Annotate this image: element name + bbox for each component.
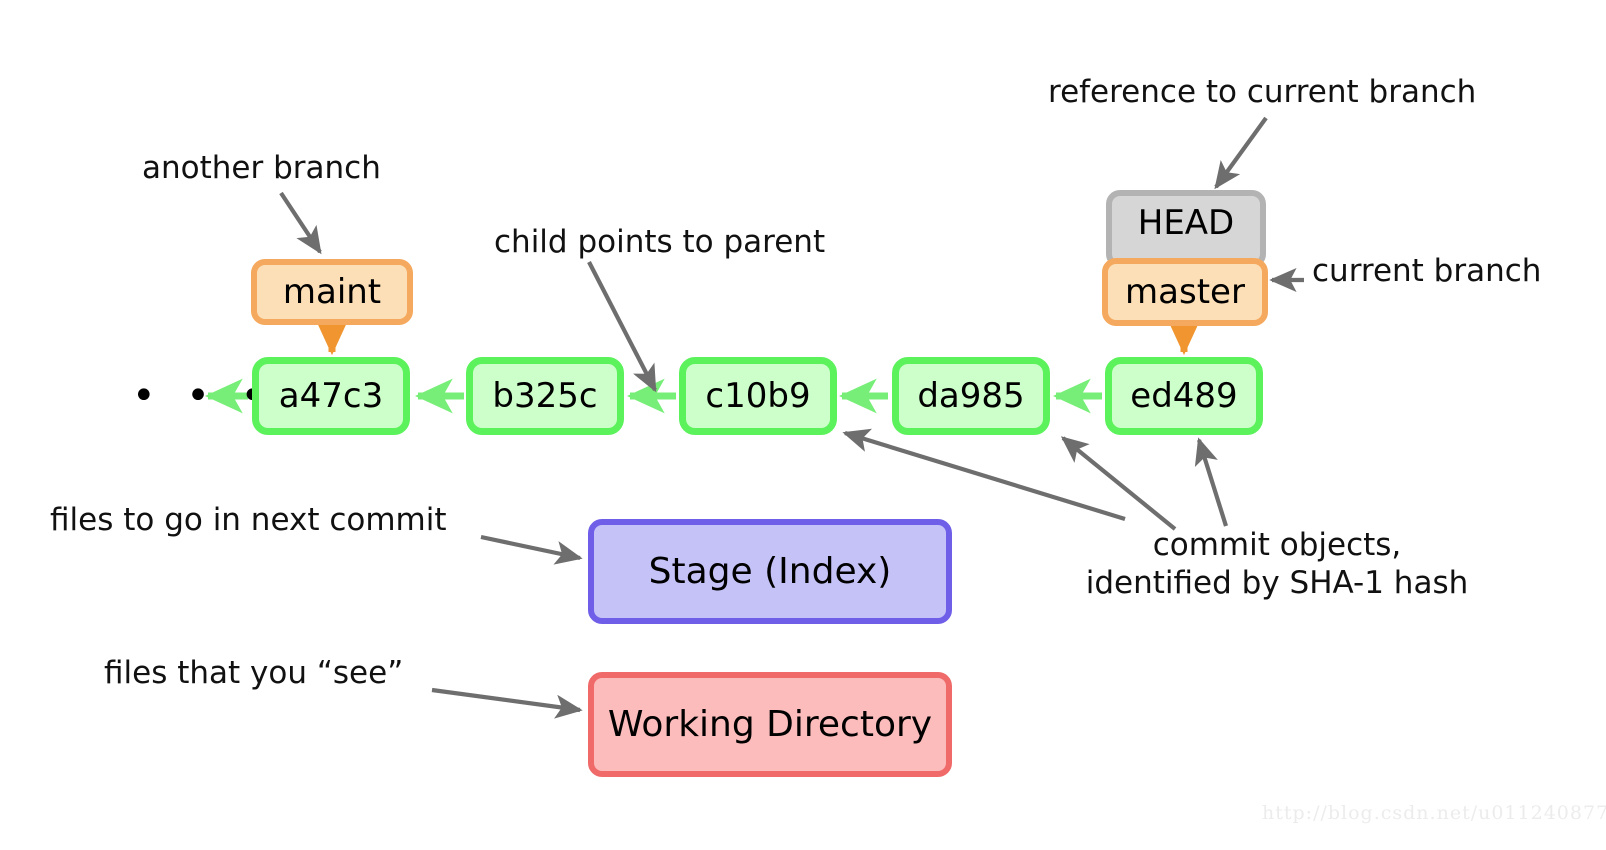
commit-label: b325c (492, 376, 598, 416)
annotation-reference-to-current-branch: reference to current branch (1048, 74, 1477, 110)
annotation-current-branch: current branch (1312, 253, 1542, 289)
annotation-commit-objects: commit objects, identified by SHA-1 hash (1068, 527, 1486, 603)
stage-index-box[interactable]: Stage (Index) (588, 519, 952, 624)
commit-label: ed489 (1130, 376, 1238, 416)
annotation-files-that-you-see: files that you “see” (104, 655, 404, 691)
commit-node-c10b9[interactable]: c10b9 (679, 357, 837, 435)
commit-label: da985 (917, 376, 1025, 416)
branch-ref-master[interactable]: master (1102, 258, 1268, 326)
commit-node-a47c3[interactable]: a47c3 (252, 357, 410, 435)
stage-label: Stage (Index) (648, 550, 892, 592)
branch-ref-maint[interactable]: maint (251, 259, 413, 325)
diagram-canvas: • • • a47c3 b325c c10b9 da985 ed489 main… (0, 0, 1606, 850)
arrow-files-you-see-to-workdir (431, 687, 583, 719)
arrow-commit-objects-to-c10b9 (842, 428, 1126, 522)
watermark-url: http://blog.csdn.net/u011240877 (1262, 802, 1606, 824)
annotation-child-points-to-parent: child points to parent (494, 224, 826, 260)
commit-node-da985[interactable]: da985 (892, 357, 1050, 435)
annotation-commit-objects-line2: identified by SHA-1 hash (1085, 564, 1469, 601)
annotation-files-to-go-in-next-commit: files to go in next commit (50, 502, 447, 538)
arrow-commit-objects-to-ed489 (1194, 437, 1229, 527)
commit-label: c10b9 (705, 376, 811, 416)
branch-label: maint (282, 272, 382, 312)
annotation-commit-objects-line1: commit objects, (1152, 527, 1402, 563)
commit-node-b325c[interactable]: b325c (466, 357, 624, 435)
branch-label: master (1125, 272, 1245, 312)
arrow-files-next-commit-to-stage (480, 534, 583, 565)
working-directory-label: Working Directory (607, 703, 933, 745)
arrow-another-branch (279, 191, 322, 255)
head-label: HEAD (1137, 203, 1235, 243)
commit-label: a47c3 (278, 376, 384, 416)
arrow-reference-to-current-branch (1214, 116, 1268, 190)
commit-node-ed489[interactable]: ed489 (1105, 357, 1263, 435)
head-ref[interactable]: HEAD (1106, 190, 1266, 268)
annotation-another-branch: another branch (142, 150, 381, 186)
arrow-commit-objects-to-da985 (1060, 436, 1177, 531)
working-directory-box[interactable]: Working Directory (588, 672, 952, 777)
branch-pointer-arrows (313, 315, 1203, 356)
